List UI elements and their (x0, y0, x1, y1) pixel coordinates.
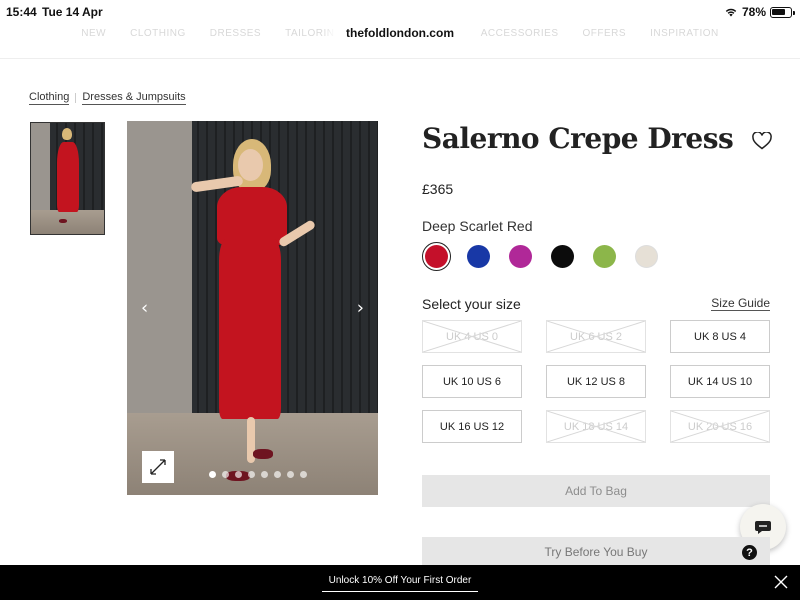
promo-banner: Unlock 10% Off Your First Order (0, 565, 800, 600)
size-option-label: UK 10 US 6 (442, 375, 502, 388)
thumbnail-ground (31, 209, 104, 234)
nav-item[interactable]: CLOTHING (130, 28, 186, 44)
wifi-icon (725, 8, 737, 17)
unavailable-cross (671, 411, 769, 442)
size-option[interactable]: UK 6 US 2 (546, 320, 646, 353)
nav-item[interactable]: ACCESSORIES (481, 28, 559, 44)
gallery-dot[interactable] (261, 471, 268, 478)
colour-swatch-fill (425, 245, 448, 268)
nav-item[interactable]: INSPIRATION (650, 28, 719, 44)
breadcrumb-dresses[interactable]: Dresses & Jumpsuits (82, 91, 186, 105)
photo-model-skirt (219, 239, 281, 419)
photo-model-bodice (217, 187, 287, 245)
size-grid: UK 4 US 0 UK 6 US 2 UK 8 US 4 UK 10 US 6 UK … (422, 320, 770, 443)
thumbnail-model-shoe (59, 219, 67, 223)
gallery-dot[interactable] (274, 471, 281, 478)
size-option[interactable]: UK 4 US 0 (422, 320, 522, 353)
unavailable-cross (423, 321, 521, 352)
colour-swatch[interactable] (632, 242, 661, 271)
size-option[interactable]: UK 16 US 12 (422, 410, 522, 443)
colour-swatch[interactable] (506, 242, 535, 271)
chat-icon (755, 520, 771, 534)
status-time: 15:44 (6, 5, 37, 19)
chevron-left-icon[interactable]: ‹ (141, 298, 148, 319)
battery-icon (770, 6, 795, 18)
header-divider (0, 58, 800, 59)
battery-fill (772, 8, 786, 15)
size-guide-link[interactable]: Size Guide (711, 296, 770, 311)
colour-swatch[interactable] (464, 242, 493, 271)
size-option-label: UK 8 US 4 (694, 330, 746, 343)
gallery-dot[interactable] (300, 471, 307, 478)
breadcrumb-separator (75, 93, 77, 103)
nav-item[interactable]: DRESSES (210, 28, 261, 44)
breadcrumb: Clothing Dresses & Jumpsuits (29, 91, 186, 105)
add-to-bag-button[interactable]: Add To Bag (422, 475, 770, 507)
colour-swatch[interactable] (548, 242, 577, 271)
breadcrumb-clothing[interactable]: Clothing (29, 91, 70, 105)
colour-swatches (422, 242, 661, 271)
product-title: Salerno Crepe Dress (422, 122, 734, 155)
size-option[interactable]: UK 20 US 16 (670, 410, 770, 443)
colour-swatch-fill (593, 245, 616, 268)
size-option-label: UK 14 US 10 (687, 375, 753, 388)
thumbnail-pillar (31, 123, 50, 210)
size-option-label: UK 12 US 8 (566, 375, 626, 388)
colour-swatch-fill (509, 245, 532, 268)
size-option[interactable]: UK 14 US 10 (670, 365, 770, 398)
help-icon[interactable]: ? (742, 545, 757, 560)
unavailable-cross (547, 411, 645, 442)
try-before-you-buy-button[interactable]: Try Before You Buy (422, 537, 770, 567)
promo-link[interactable]: Unlock 10% Off Your First Order (322, 575, 478, 592)
expand-button[interactable] (142, 451, 174, 483)
photo-model-shoe (253, 449, 273, 459)
product-price: £365 (422, 181, 454, 197)
thumbnail-model-dress (57, 142, 79, 212)
gallery-dot[interactable] (222, 471, 229, 478)
unavailable-cross (547, 321, 645, 352)
url-bar[interactable]: thefoldlondon.com (334, 20, 466, 46)
thumbnail-model-hair (62, 128, 72, 140)
photo-model-face (238, 149, 263, 181)
chevron-right-icon[interactable]: › (357, 298, 364, 319)
expand-icon (150, 459, 166, 475)
gallery-dots (209, 471, 307, 478)
nav-item[interactable]: NEW (81, 28, 106, 44)
colour-swatch[interactable] (590, 242, 619, 271)
status-right: 78% (724, 5, 795, 19)
nav-item[interactable]: OFFERS (583, 28, 627, 44)
photo-pillar (127, 121, 193, 421)
size-option-label: UK 16 US 12 (439, 420, 505, 433)
colour-swatch-fill (467, 245, 490, 268)
size-heading: Select your size (422, 296, 521, 312)
size-option[interactable]: UK 18 US 14 (546, 410, 646, 443)
colour-swatch-fill (551, 245, 574, 268)
gallery-dot[interactable] (209, 471, 216, 478)
close-icon[interactable] (774, 575, 788, 589)
heart-icon[interactable] (752, 132, 772, 150)
gallery-dot[interactable] (287, 471, 294, 478)
gallery-dot[interactable] (235, 471, 242, 478)
gallery-thumbnail[interactable] (30, 122, 105, 235)
colour-swatch[interactable] (422, 242, 451, 271)
colour-swatch-fill (635, 245, 658, 268)
size-option[interactable]: UK 12 US 8 (546, 365, 646, 398)
gallery-dot[interactable] (248, 471, 255, 478)
product-main-image[interactable]: ‹ › (127, 121, 378, 495)
size-option[interactable]: UK 10 US 6 (422, 365, 522, 398)
selected-colour-name: Deep Scarlet Red (422, 218, 533, 234)
battery-percent: 78% (741, 5, 766, 19)
size-option[interactable]: UK 8 US 4 (670, 320, 770, 353)
status-date: Tue 14 Apr (42, 5, 103, 19)
